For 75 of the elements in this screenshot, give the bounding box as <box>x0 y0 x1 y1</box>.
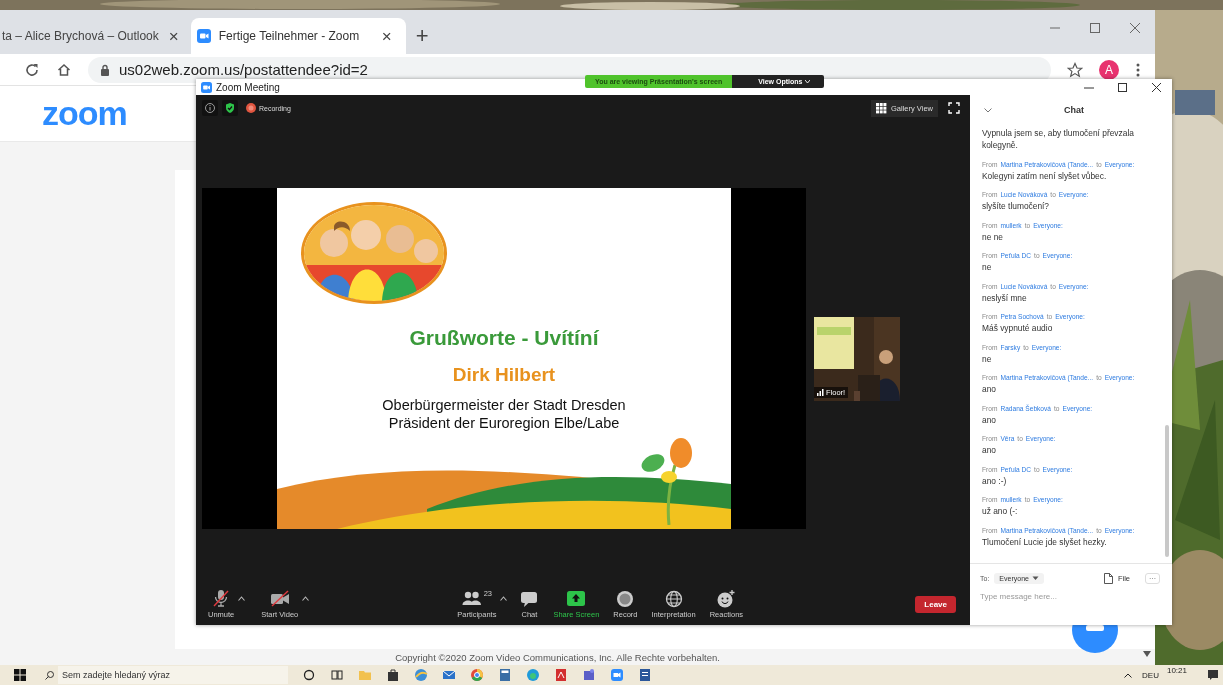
close-tab-button[interactable]: × <box>166 27 181 45</box>
copyright-text: Copyright ©2020 Zoom Video Communications, Inc. Alle Rechte vorbehalten. <box>395 651 720 663</box>
scroll-down-icon[interactable] <box>1143 651 1151 657</box>
share-screen-icon <box>566 589 587 608</box>
chevron-up-icon[interactable] <box>1124 672 1133 678</box>
caret-icon <box>1031 576 1039 581</box>
message-text: slyšíte tlumočení? <box>982 200 1051 212</box>
zoom-logo[interactable]: zoom <box>42 94 127 133</box>
message-text: už ano (-: <box>982 505 1019 517</box>
swirl-icon[interactable] <box>526 668 540 682</box>
recording-icon <box>246 103 256 113</box>
browser-tab[interactable]: ta – Alice Brychová – Outlook × <box>0 18 187 54</box>
slide-text: Oberbürgermeister der Stadt Dresden <box>382 396 626 414</box>
signal-icon <box>817 389 824 396</box>
message-text: Kolegyni zatím není slyšet vůbec. <box>982 169 1108 182</box>
star-icon[interactable] <box>1067 61 1083 78</box>
envelope-icon[interactable] <box>442 668 456 682</box>
grid-icon <box>876 102 888 114</box>
caret-icon[interactable] <box>500 596 508 601</box>
profile-avatar[interactable]: A <box>1099 59 1119 80</box>
caret-icon[interactable] <box>302 596 310 601</box>
chat-bubble-icon[interactable] <box>1072 625 1118 653</box>
bag-icon[interactable] <box>386 668 400 682</box>
message-text: Vypnula jsem se, aby tlumočení převzala kolegyně. <box>982 127 1135 151</box>
fullscreen-icon[interactable] <box>948 102 960 114</box>
slide-title: Grußworte - Uvítíní <box>409 326 599 350</box>
menu-icon[interactable] <box>1135 61 1141 78</box>
home-icon[interactable] <box>56 61 72 78</box>
document-icon[interactable] <box>554 668 568 682</box>
slide-text: Präsident der Euroregion Elbe/Labe <box>388 414 620 432</box>
ring-icon[interactable] <box>470 668 484 682</box>
message-text: ne ne <box>982 230 1004 243</box>
caret-icon[interactable] <box>238 596 246 601</box>
message-text: ano <box>982 383 997 395</box>
caret-icon <box>805 80 811 83</box>
scrollbar[interactable] <box>1165 425 1169 557</box>
search-field[interactable]: Sem zadejte hledaný výraz <box>58 666 288 684</box>
chat-title: Chat <box>1064 105 1084 115</box>
message-text: ne <box>982 352 993 365</box>
message-field[interactable]: Type message here... <box>980 592 1160 601</box>
message-text: ne <box>982 261 993 273</box>
task-view-icon[interactable] <box>330 668 344 682</box>
record-icon <box>615 589 636 608</box>
chat-icon <box>519 589 540 608</box>
browser-tab[interactable]: Fertige Teilnehmer - Zoom × <box>190 18 406 54</box>
language-indicator[interactable]: DEU <box>1142 670 1159 680</box>
leave-button[interactable]: Leave <box>915 595 956 613</box>
speaker-name: Dirk Hilbert <box>452 364 556 386</box>
window-title: Zoom Meeting <box>216 81 280 93</box>
globe-icon <box>663 589 684 608</box>
info-icon[interactable] <box>202 100 218 116</box>
message-text: Tlumočení Lucie jde slyšet hezky. <box>982 535 1108 548</box>
message-text: neslyší mne <box>982 291 1028 304</box>
video-camera-icon <box>196 29 211 43</box>
message-text: Máš vypnuté audio <box>982 322 1054 334</box>
shield-icon[interactable] <box>222 100 238 116</box>
message-text: ano <box>982 413 997 426</box>
document-icon[interactable] <box>638 668 652 682</box>
search-icon <box>45 670 54 680</box>
calculator-icon[interactable] <box>498 668 512 682</box>
chevron-down-icon[interactable] <box>984 107 992 113</box>
lock-icon <box>100 63 110 76</box>
smiley-icon <box>716 589 737 608</box>
new-tab-button[interactable]: + <box>411 25 433 47</box>
globe-icon[interactable] <box>414 668 428 682</box>
circle-icon[interactable] <box>302 668 316 682</box>
notification-icon[interactable] <box>1207 669 1219 681</box>
clock[interactable]: 10:21 <box>1166 666 1187 675</box>
windows-logo-icon[interactable] <box>14 669 26 681</box>
video-camera-icon[interactable] <box>610 668 624 682</box>
close-tab-button[interactable]: × <box>379 27 394 45</box>
reload-icon[interactable] <box>24 61 40 78</box>
message-text: ano :-) <box>982 474 1008 487</box>
document-icon <box>1103 573 1113 584</box>
message-text: ano <box>982 444 997 456</box>
